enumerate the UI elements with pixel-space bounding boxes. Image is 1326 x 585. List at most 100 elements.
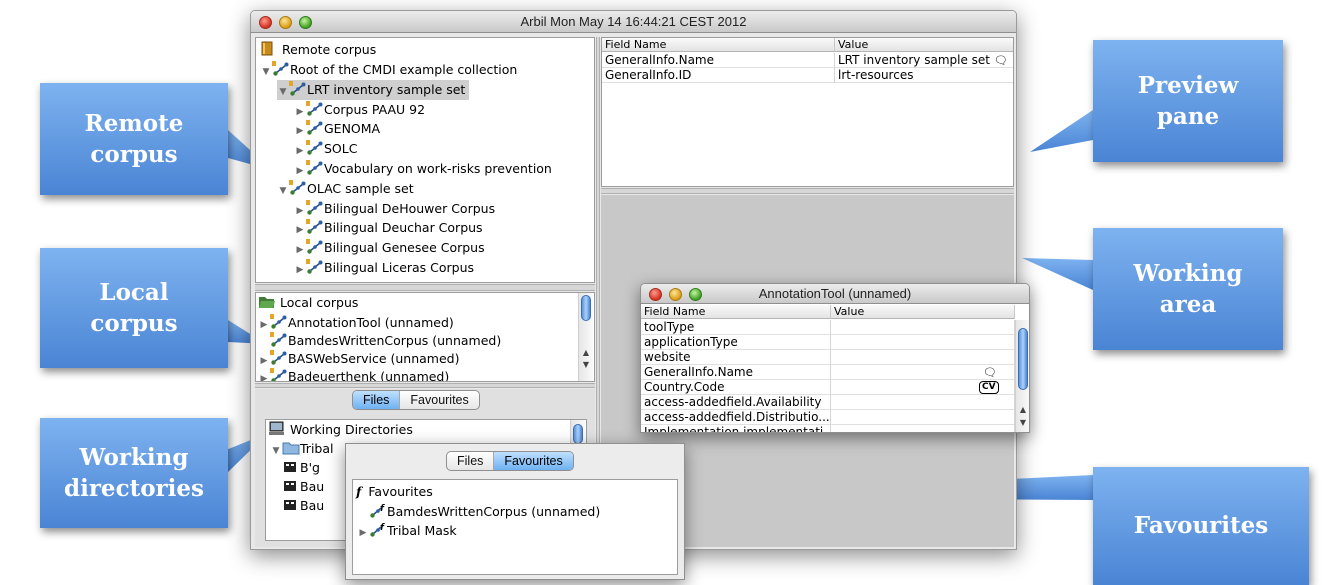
preview-splitter[interactable]: [601, 188, 1014, 194]
scroll-down-icon[interactable]: ▼: [579, 359, 593, 371]
local-corpus-item[interactable]: ▶ BASWebService (unnamed): [258, 349, 459, 369]
scroll-thumb[interactable]: [573, 424, 583, 444]
close-icon[interactable]: [259, 16, 272, 29]
field-name-cell[interactable]: access-addedfield.Availability: [641, 395, 831, 410]
field-name-cell[interactable]: GeneralInfo.Name: [602, 53, 835, 68]
annotation-scrollbar[interactable]: ▲ ▼: [1015, 320, 1029, 432]
collapsed-arrow-icon[interactable]: ▶: [294, 260, 306, 280]
value-header[interactable]: Value: [831, 305, 1015, 319]
remote-corpus-item[interactable]: ▼ OLAC sample set: [277, 179, 418, 199]
field-name-cell[interactable]: toolType: [641, 320, 831, 335]
favourites-window[interactable]: Files Favourites f Favourites f BamdesWri…: [345, 443, 685, 580]
expanded-arrow-icon[interactable]: ▼: [277, 82, 289, 102]
remote-corpus-item[interactable]: ▼ Root of the CMDI example collection: [260, 60, 521, 80]
files-splitter[interactable]: [255, 383, 595, 388]
local-corpus-item[interactable]: BamdesWrittenCorpus (unnamed): [258, 331, 501, 351]
close-icon[interactable]: [649, 288, 662, 301]
favourite-item[interactable]: f BamdesWrittenCorpus (unnamed): [369, 502, 600, 522]
local-corpus-scrollbar[interactable]: ▲ ▼: [578, 293, 593, 381]
remote-corpus-item[interactable]: ▶ GENOMA: [294, 119, 384, 139]
annotation-table-row[interactable]: Implementation.implementati...: [641, 425, 1015, 432]
value-header[interactable]: Value: [835, 38, 1013, 52]
preview-pane[interactable]: Field Name Value GeneralInfo.Name LRT inv…: [601, 37, 1014, 187]
favourite-item[interactable]: ▶ f Tribal Mask: [357, 521, 457, 541]
value-cell[interactable]: [831, 395, 1015, 410]
value-cell[interactable]: [831, 410, 1015, 425]
tree-splitter[interactable]: [255, 284, 595, 291]
field-name-header[interactable]: Field Name: [641, 305, 831, 319]
working-directory-item[interactable]: B'g: [282, 458, 320, 478]
zoom-icon[interactable]: [689, 288, 702, 301]
annotation-table-row[interactable]: Country.Code CV: [641, 380, 1015, 395]
remote-corpus-item[interactable]: ▼ LRT inventory sample set: [277, 79, 470, 102]
expanded-arrow-icon[interactable]: ▼: [270, 441, 282, 461]
tab-favourites[interactable]: Favourites: [493, 452, 573, 470]
remote-corpus-item[interactable]: ▶ Bilingual DeHouwer Corpus: [294, 199, 499, 219]
remote-corpus-tree[interactable]: Remote corpus ▼ Root of the CMDI example …: [255, 37, 595, 283]
working-directories-root[interactable]: Working Directories: [268, 420, 413, 440]
field-name-header[interactable]: Field Name: [602, 38, 835, 52]
value-cell[interactable]: lrt-resources: [835, 68, 1013, 83]
mask-icon: [282, 478, 300, 494]
scroll-up-icon[interactable]: ▲: [1016, 404, 1029, 416]
field-name-cell[interactable]: Implementation.implementati...: [641, 425, 831, 432]
remote-corpus-item[interactable]: ▶ Bilingual Genesee Corpus: [294, 238, 489, 258]
remote-corpus-item[interactable]: ▶ Bilingual Liceras Corpus: [294, 258, 478, 278]
working-directory-item[interactable]: Bau: [282, 496, 324, 516]
annotation-table-row[interactable]: GeneralInfo.Name 🗨: [641, 365, 1015, 380]
remote-corpus-item[interactable]: ▶ Corpus PAAU 92: [294, 100, 429, 120]
scroll-up-icon[interactable]: ▲: [579, 347, 593, 359]
collapsed-arrow-icon[interactable]: ▶: [357, 523, 369, 543]
annotation-tool-window[interactable]: AnnotationTool (unnamed) Field Name Valu…: [640, 283, 1030, 433]
scroll-thumb[interactable]: [581, 295, 591, 321]
field-name-cell[interactable]: GeneralInfo.ID: [602, 68, 835, 83]
annotation-table-row[interactable]: access-addedfield.Distributio...: [641, 410, 1015, 425]
remote-corpus-item[interactable]: ▶ Vocabulary on work-risks prevention: [294, 159, 556, 179]
callout-line: Working: [1133, 259, 1243, 287]
field-name-cell[interactable]: access-addedfield.Distributio...: [641, 410, 831, 425]
remote-corpus-item[interactable]: ▶ Bilingual Deuchar Corpus: [294, 218, 487, 238]
remote-corpus-root[interactable]: Remote corpus: [260, 40, 376, 60]
field-name-cell[interactable]: website: [641, 350, 831, 365]
tab-files[interactable]: Files: [447, 452, 493, 470]
annotation-table-row[interactable]: website: [641, 350, 1015, 365]
scroll-down-icon[interactable]: ▼: [1016, 417, 1029, 429]
scroll-thumb[interactable]: [1018, 328, 1028, 390]
remote-corpus-item-label: Bilingual Genesee Corpus: [324, 240, 485, 256]
speech-bubble-icon[interactable]: 🗨: [983, 365, 997, 380]
annotation-table-row[interactable]: toolType: [641, 320, 1015, 335]
annotation-table-row[interactable]: applicationType: [641, 335, 1015, 350]
value-cell[interactable]: [831, 335, 1015, 350]
field-name-cell[interactable]: applicationType: [641, 335, 831, 350]
field-name-cell[interactable]: Country.Code: [641, 380, 831, 395]
value-cell[interactable]: LRT inventory sample set: [835, 53, 1013, 68]
collapsed-arrow-icon[interactable]: ▶: [258, 369, 270, 381]
preview-table-row[interactable]: GeneralInfo.Name LRT inventory sample set…: [602, 53, 1013, 68]
folder-open-icon: [258, 294, 276, 310]
local-corpus-tree[interactable]: Local corpus ▶ AnnotationTool (unnamed) Ba…: [255, 292, 595, 382]
field-name-cell[interactable]: GeneralInfo.Name: [641, 365, 831, 380]
annotation-table-row[interactable]: access-addedfield.Availability: [641, 395, 1015, 410]
tab-files[interactable]: Files: [353, 391, 400, 409]
working-directory-item[interactable]: Bau: [282, 477, 324, 497]
value-cell[interactable]: [831, 320, 1015, 335]
tab-favourites[interactable]: Favourites: [399, 391, 478, 409]
local-corpus-item[interactable]: ▶ AnnotationTool (unnamed): [258, 313, 454, 333]
preview-table-row[interactable]: GeneralInfo.ID lrt-resources: [602, 68, 1013, 83]
expanded-arrow-icon[interactable]: ▼: [260, 62, 272, 82]
local-corpus-item[interactable]: ▶ Badeuerthenk (unnamed): [258, 367, 449, 381]
minimize-icon[interactable]: [669, 288, 682, 301]
minimize-icon[interactable]: [279, 16, 292, 29]
value-cell[interactable]: [831, 425, 1015, 432]
favourites-tree[interactable]: f Favourites f BamdesWrittenCorpus (unnam…: [352, 479, 678, 575]
corpus-node-icon: [306, 160, 324, 176]
speech-bubble-icon[interactable]: 🗨: [994, 53, 1008, 68]
working-directory-item[interactable]: ▼ Tribal: [270, 439, 334, 461]
favourites-root[interactable]: f Favourites: [356, 482, 433, 502]
local-corpus-root[interactable]: Local corpus: [258, 293, 358, 313]
zoom-icon[interactable]: [299, 16, 312, 29]
expanded-arrow-icon[interactable]: ▼: [277, 181, 289, 201]
value-cell[interactable]: [831, 350, 1015, 365]
remote-corpus-item[interactable]: ▶ SOLC: [294, 139, 361, 159]
cv-icon[interactable]: CV: [979, 381, 999, 394]
